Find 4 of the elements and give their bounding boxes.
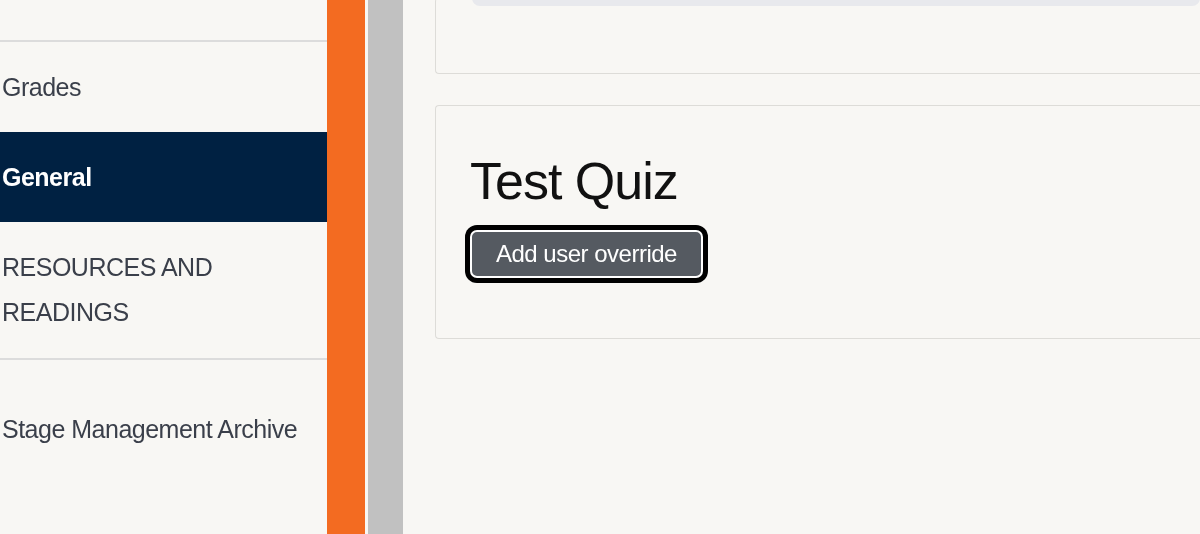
quiz-title: Test Quiz — [470, 151, 679, 212]
sidebar-item[interactable]: Stage Management Archive — [0, 360, 327, 498]
sidebar-item[interactable]: Grades — [0, 42, 327, 132]
sidebar-item[interactable]: General — [0, 132, 327, 222]
